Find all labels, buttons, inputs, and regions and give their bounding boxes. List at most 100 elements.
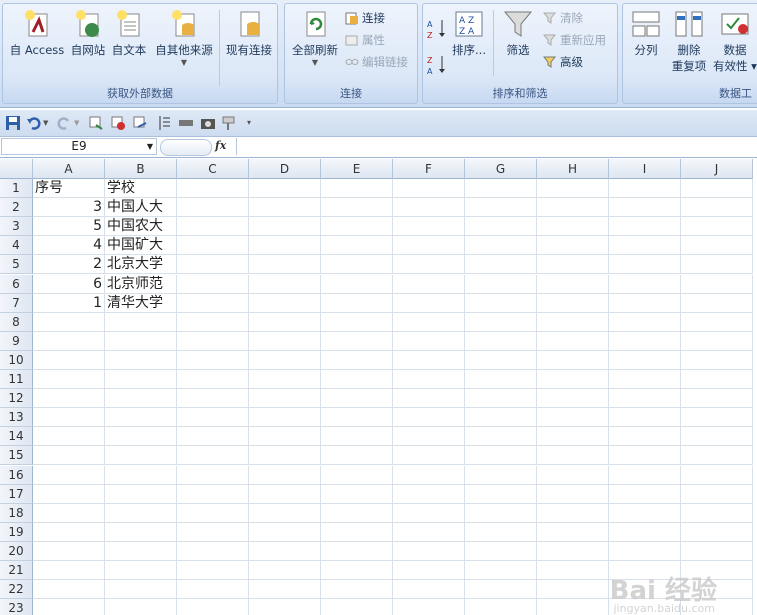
cell-J20[interactable] xyxy=(681,541,753,561)
connect-icon[interactable] xyxy=(132,115,148,131)
undo-dropdown-icon[interactable]: ▼ xyxy=(43,115,51,131)
cell-C23[interactable] xyxy=(177,599,249,615)
cell-I20[interactable] xyxy=(609,541,681,561)
cell-B18[interactable] xyxy=(105,503,177,523)
cell-F20[interactable] xyxy=(393,541,465,561)
cell-C5[interactable] xyxy=(177,255,249,275)
cell-J3[interactable] xyxy=(681,217,753,237)
cell-F6[interactable] xyxy=(393,274,465,294)
cell-A7[interactable]: 1 xyxy=(33,293,105,313)
refresh-all-button[interactable]: 全部刷新 ▼ xyxy=(288,8,342,67)
cell-F8[interactable] xyxy=(393,312,465,332)
cell-G15[interactable] xyxy=(465,446,537,466)
cell-D19[interactable] xyxy=(249,522,321,542)
cell-G12[interactable] xyxy=(465,389,537,409)
cell-E19[interactable] xyxy=(321,522,393,542)
save-icon[interactable] xyxy=(5,115,21,131)
cell-C18[interactable] xyxy=(177,503,249,523)
cell-F10[interactable] xyxy=(393,350,465,370)
cell-I14[interactable] xyxy=(609,427,681,447)
cell-C11[interactable] xyxy=(177,370,249,390)
row-header-9[interactable]: 9 xyxy=(0,331,33,351)
sort-asc-button[interactable]: AZ xyxy=(427,18,447,40)
cell-I1[interactable] xyxy=(609,179,681,199)
cell-H8[interactable] xyxy=(537,312,609,332)
cell-E20[interactable] xyxy=(321,541,393,561)
cell-I16[interactable] xyxy=(609,465,681,485)
cell-D15[interactable] xyxy=(249,446,321,466)
cell-I4[interactable] xyxy=(609,236,681,256)
redo-icon[interactable] xyxy=(56,115,72,131)
row-header-7[interactable]: 7 xyxy=(0,293,33,313)
cell-D7[interactable] xyxy=(249,293,321,313)
cell-F11[interactable] xyxy=(393,370,465,390)
reapply-button[interactable]: 重新应用 xyxy=(542,32,606,48)
cell-G14[interactable] xyxy=(465,427,537,447)
formula-bar-resizer[interactable] xyxy=(160,139,212,156)
edit-links-button[interactable]: 编辑链接 xyxy=(345,54,408,70)
cell-B21[interactable] xyxy=(105,561,177,581)
cell-E13[interactable] xyxy=(321,408,393,428)
cell-F19[interactable] xyxy=(393,522,465,542)
cell-I15[interactable] xyxy=(609,446,681,466)
cell-B2[interactable]: 中国人大 xyxy=(105,198,177,218)
cell-E8[interactable] xyxy=(321,312,393,332)
connections-button[interactable]: 连接 xyxy=(345,10,385,26)
cell-B10[interactable] xyxy=(105,350,177,370)
column-header-J[interactable]: J xyxy=(681,159,753,179)
cell-C15[interactable] xyxy=(177,446,249,466)
cell-G3[interactable] xyxy=(465,217,537,237)
cell-F22[interactable] xyxy=(393,580,465,600)
cell-G1[interactable] xyxy=(465,179,537,199)
distribute-rows-icon[interactable] xyxy=(156,115,172,131)
cell-J7[interactable] xyxy=(681,293,753,313)
cell-C13[interactable] xyxy=(177,408,249,428)
cell-D13[interactable] xyxy=(249,408,321,428)
data-validation-button[interactable]: 数据 有效性 ▾ xyxy=(711,8,757,74)
cell-C8[interactable] xyxy=(177,312,249,332)
cell-B15[interactable] xyxy=(105,446,177,466)
cell-F21[interactable] xyxy=(393,561,465,581)
cell-A8[interactable] xyxy=(33,312,105,332)
cell-E14[interactable] xyxy=(321,427,393,447)
cell-H19[interactable] xyxy=(537,522,609,542)
cell-H21[interactable] xyxy=(537,561,609,581)
cell-A17[interactable] xyxy=(33,484,105,504)
cell-I2[interactable] xyxy=(609,198,681,218)
column-header-H[interactable]: H xyxy=(537,159,609,179)
cell-D5[interactable] xyxy=(249,255,321,275)
cell-H22[interactable] xyxy=(537,580,609,600)
cell-A13[interactable] xyxy=(33,408,105,428)
column-header-I[interactable]: I xyxy=(609,159,681,179)
row-header-20[interactable]: 20 xyxy=(0,541,33,561)
cell-D22[interactable] xyxy=(249,580,321,600)
cell-B19[interactable] xyxy=(105,522,177,542)
cell-I6[interactable] xyxy=(609,274,681,294)
cell-G4[interactable] xyxy=(465,236,537,256)
cell-H11[interactable] xyxy=(537,370,609,390)
column-header-F[interactable]: F xyxy=(393,159,465,179)
cell-J4[interactable] xyxy=(681,236,753,256)
from-other-sources-button[interactable]: 自其他来源 ▼ xyxy=(152,8,216,67)
cell-E6[interactable] xyxy=(321,274,393,294)
cell-J6[interactable] xyxy=(681,274,753,294)
from-text-button[interactable]: 自文本 xyxy=(110,8,148,58)
cell-E11[interactable] xyxy=(321,370,393,390)
cell-I13[interactable] xyxy=(609,408,681,428)
sort-button[interactable]: A ZZ A 排序... xyxy=(451,8,487,58)
cell-G5[interactable] xyxy=(465,255,537,275)
row-header-6[interactable]: 6 xyxy=(0,274,33,294)
row-header-8[interactable]: 8 xyxy=(0,312,33,332)
cell-J10[interactable] xyxy=(681,350,753,370)
cell-J2[interactable] xyxy=(681,198,753,218)
cell-E15[interactable] xyxy=(321,446,393,466)
cell-G9[interactable] xyxy=(465,331,537,351)
cell-A16[interactable] xyxy=(33,465,105,485)
cell-H12[interactable] xyxy=(537,389,609,409)
cell-B22[interactable] xyxy=(105,580,177,600)
cell-H16[interactable] xyxy=(537,465,609,485)
row-header-13[interactable]: 13 xyxy=(0,408,33,428)
cell-A21[interactable] xyxy=(33,561,105,581)
cell-H5[interactable] xyxy=(537,255,609,275)
cell-E10[interactable] xyxy=(321,350,393,370)
